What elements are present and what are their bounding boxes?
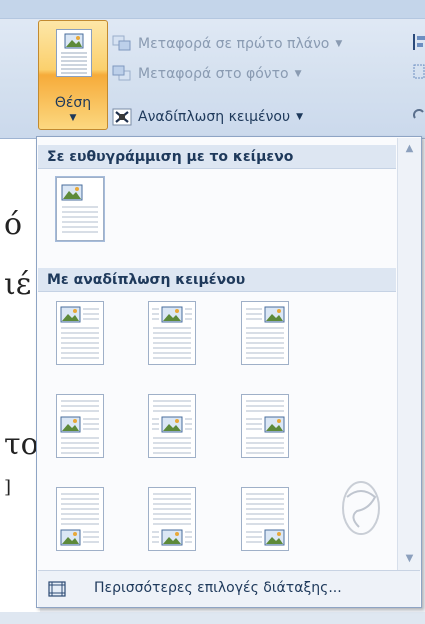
document-text: ιέ [4, 267, 32, 302]
send-to-back-icon [112, 65, 131, 81]
align-icon [413, 34, 425, 50]
inline-section-header: Σε ευθυγράμμιση με το κείμενο [38, 145, 396, 169]
position-button-label: Θέση [54, 95, 92, 111]
more-layout-options-button[interactable]: Περισσότερες επιλογές διάταξης... [38, 570, 420, 607]
document-text: ] [4, 477, 12, 498]
position-bottom-right-option[interactable] [241, 487, 289, 551]
position-gallery: Σε ευθυγράμμιση με το κείμενο Με αναδίπλ… [36, 136, 422, 608]
position-bottom-center-option[interactable] [148, 487, 196, 551]
bring-to-front-button[interactable]: Μεταφορά σε πρώτο πλάνο ▼ [112, 33, 342, 55]
send-to-back-button[interactable]: Μεταφορά στο φόντο ▼ [112, 63, 302, 85]
watermark-logo [342, 481, 380, 535]
position-middle-center-option[interactable] [148, 394, 196, 458]
bring-to-front-icon [112, 35, 131, 51]
scroll-up-icon[interactable]: ▲ [398, 138, 421, 160]
chevron-down-icon: ▼ [335, 39, 343, 49]
picture-icon [60, 529, 81, 546]
document-text: το [4, 427, 39, 462]
position-top-center-option[interactable] [148, 301, 196, 365]
picture-icon [264, 529, 285, 546]
chevron-down-icon: ▼ [69, 113, 77, 123]
position-icon [56, 29, 92, 77]
text-wrapping-label: Αναδίπλωση κειμένου [138, 109, 291, 125]
wrap-section-header: Με αναδίπλωση κειμένου [38, 268, 396, 292]
position-top-left-option[interactable] [56, 301, 104, 365]
layout-options-icon [48, 581, 66, 597]
text-wrapping-icon [112, 108, 132, 126]
picture-icon [161, 416, 183, 433]
position-middle-left-option[interactable] [56, 394, 104, 458]
picture-icon [264, 306, 285, 323]
picture-icon [161, 529, 183, 546]
bring-to-front-label: Μεταφορά σε πρώτο πλάνο [138, 36, 330, 52]
text-wrapping-button[interactable]: Αναδίπλωση κειμένου ▼ [112, 106, 303, 128]
chevron-down-icon: ▼ [296, 112, 304, 122]
picture-icon [161, 306, 183, 323]
position-bottom-left-option[interactable] [56, 487, 104, 551]
more-layout-options-label: Περισσότερες επιλογές διάταξης... [94, 580, 342, 596]
document-area: ό ιέ το ] [0, 139, 40, 624]
chevron-down-icon: ▼ [294, 69, 302, 79]
gallery-scrollbar[interactable]: ▲ ▼ [397, 138, 421, 570]
ribbon-arrange-group: Θέση ▼ Μεταφορά σε πρώτο πλάνο ▼ Μεταφορ… [0, 0, 425, 139]
position-inline-option[interactable] [55, 176, 105, 242]
picture-icon [61, 184, 83, 201]
send-to-back-label: Μεταφορά στο φόντο [138, 66, 289, 82]
position-button[interactable]: Θέση ▼ [38, 20, 108, 130]
picture-icon [60, 306, 81, 323]
scroll-down-icon[interactable]: ▼ [398, 548, 421, 570]
document-text: ό [4, 207, 23, 242]
rotate-icon [413, 109, 424, 119]
group-icon [413, 64, 425, 79]
picture-icon [60, 416, 81, 433]
status-strip [0, 612, 425, 624]
picture-icon [264, 416, 285, 433]
position-top-right-option[interactable] [241, 301, 289, 365]
ribbon-tab-strip [0, 0, 425, 19]
position-middle-right-option[interactable] [241, 394, 289, 458]
